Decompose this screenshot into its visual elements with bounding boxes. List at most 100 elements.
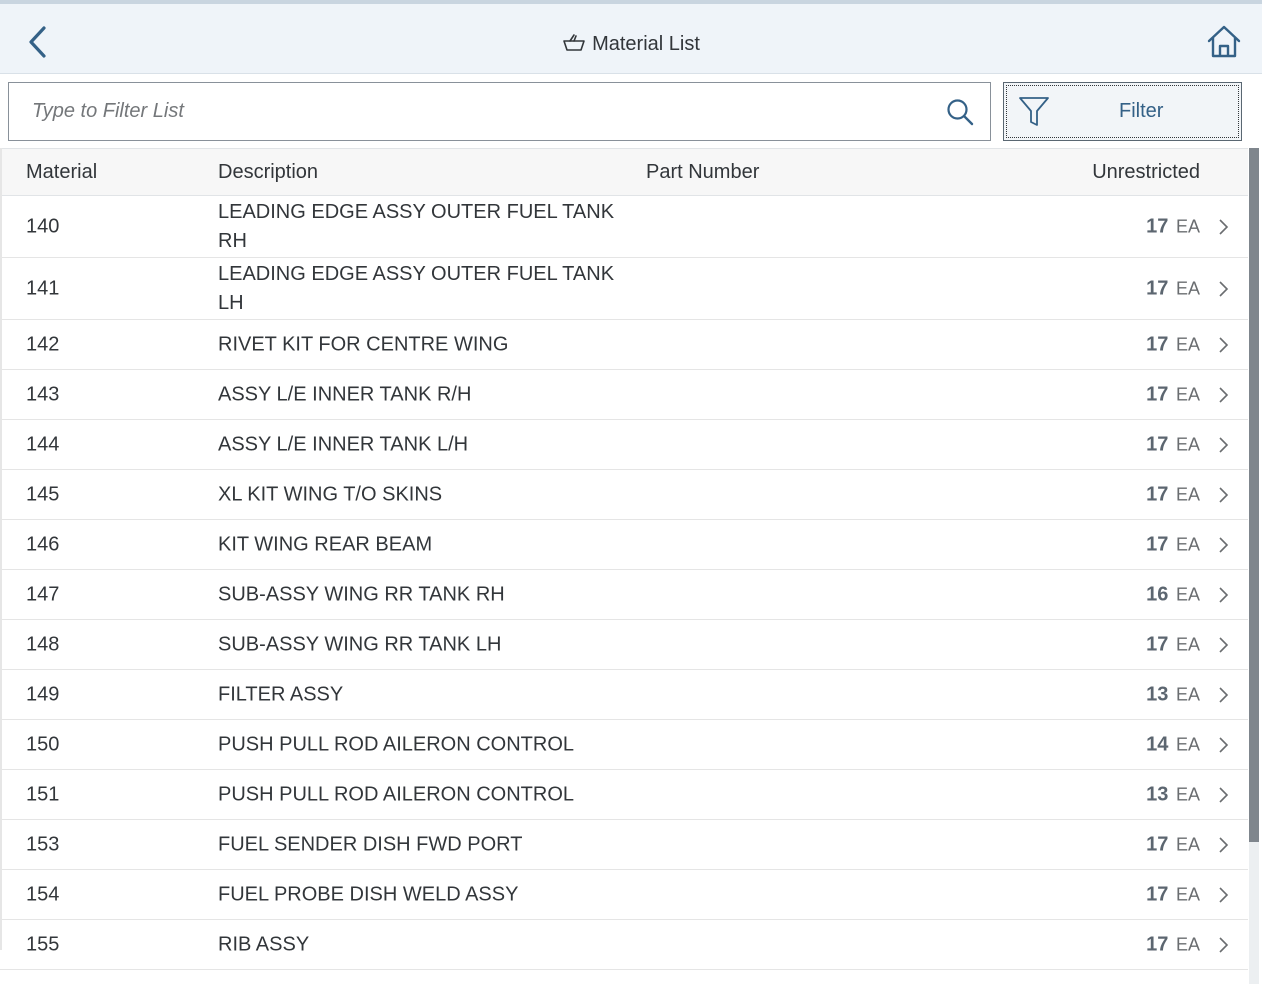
quantity-value: 16	[1146, 583, 1169, 605]
description-cell: PUSH PULL ROD AILERON CONTROL	[218, 733, 575, 755]
quantity-value: 13	[1146, 783, 1169, 805]
table-row[interactable]: 148 SUB-ASSY WING RR TANK LH 17 EA	[0, 620, 1248, 670]
page-title: Material List	[592, 33, 700, 55]
material-cell: 149	[26, 683, 60, 705]
table-row[interactable]: 143 ASSY L/E INNER TANK R/H 17 EA	[0, 370, 1248, 420]
material-cell: 147	[26, 583, 60, 605]
scrollbar-thumb[interactable]	[1249, 148, 1259, 842]
description-cell: PUSH PULL ROD AILERON CONTROL	[218, 783, 575, 805]
quantity-unit: EA	[1175, 634, 1200, 654]
list-toolbar: Filter	[0, 74, 1262, 148]
quantity-value: 17	[1146, 483, 1169, 505]
material-table-body: 140 LEADING EDGE ASSY OUTER FUEL TANK RH…	[0, 196, 1248, 970]
material-cell: 142	[26, 333, 60, 355]
unrestricted-cell: 17 EA	[1146, 633, 1200, 656]
scrollbar-track[interactable]	[1249, 842, 1259, 984]
search-field	[8, 82, 991, 141]
quantity-unit: EA	[1175, 334, 1200, 354]
table-row[interactable]: 153 FUEL SENDER DISH FWD PORT 17 EA	[0, 820, 1248, 870]
quantity-unit: EA	[1175, 784, 1200, 804]
table-row[interactable]: 147 SUB-ASSY WING RR TANK RH 16 EA	[0, 570, 1248, 620]
chevron-right-icon	[1219, 536, 1229, 553]
description-cell: ASSY L/E INNER TANK L/H	[218, 433, 469, 455]
description-cell: XL KIT WING T/O SKINS	[218, 483, 443, 505]
quantity-unit: EA	[1175, 584, 1200, 604]
description-cell: RIB ASSY	[218, 933, 310, 955]
description-cell: LEADING EDGE ASSY OUTER FUEL TANK RH	[218, 200, 615, 252]
chevron-right-icon	[1219, 636, 1229, 653]
unrestricted-cell: 17 EA	[1146, 277, 1200, 300]
chevron-right-icon	[1219, 336, 1229, 353]
table-row[interactable]: 140 LEADING EDGE ASSY OUTER FUEL TANK RH…	[0, 196, 1248, 258]
chevron-right-icon	[1219, 936, 1229, 953]
unrestricted-cell: 13 EA	[1146, 783, 1200, 806]
description-cell: LEADING EDGE ASSY OUTER FUEL TANK LH	[218, 262, 615, 314]
quantity-value: 17	[1146, 933, 1169, 955]
material-cell: 141	[26, 277, 60, 299]
chevron-right-icon	[1219, 836, 1229, 853]
material-cell: 143	[26, 383, 60, 405]
column-header-material: Material	[26, 161, 98, 183]
app-header: Material List	[0, 4, 1262, 74]
quantity-value: 17	[1146, 633, 1169, 655]
description-cell: RIVET KIT FOR CENTRE WING	[218, 333, 509, 355]
material-cell: 153	[26, 833, 60, 855]
quantity-unit: EA	[1175, 884, 1200, 904]
chevron-right-icon	[1219, 386, 1229, 403]
chevron-right-icon	[1219, 586, 1229, 603]
table-row[interactable]: 144 ASSY L/E INNER TANK L/H 17 EA	[0, 420, 1248, 470]
chevron-right-icon	[1219, 436, 1229, 453]
table-row[interactable]: 142 RIVET KIT FOR CENTRE WING 17 EA	[0, 320, 1248, 370]
table-row[interactable]: 151 PUSH PULL ROD AILERON CONTROL 13 EA	[0, 770, 1248, 820]
table-row[interactable]: 141 LEADING EDGE ASSY OUTER FUEL TANK LH…	[0, 258, 1248, 320]
home-icon	[1207, 25, 1241, 58]
filter-button-label: Filter	[1119, 100, 1164, 122]
quantity-value: 17	[1146, 277, 1169, 299]
material-cell: 154	[26, 883, 60, 905]
basket-icon	[563, 34, 585, 51]
quantity-value: 14	[1146, 733, 1169, 755]
chevron-right-icon	[1219, 786, 1229, 803]
table-row[interactable]: 150 PUSH PULL ROD AILERON CONTROL 14 EA	[0, 720, 1248, 770]
quantity-unit: EA	[1175, 278, 1200, 298]
table-row[interactable]: 146 KIT WING REAR BEAM 17 EA	[0, 520, 1248, 570]
description-cell: SUB-ASSY WING RR TANK LH	[218, 633, 502, 655]
quantity-unit: EA	[1175, 484, 1200, 504]
unrestricted-cell: 16 EA	[1146, 583, 1200, 606]
quantity-value: 17	[1146, 333, 1169, 355]
table-row[interactable]: 149 FILTER ASSY 13 EA	[0, 670, 1248, 720]
material-cell: 140	[26, 215, 60, 237]
quantity-unit: EA	[1175, 934, 1200, 954]
unrestricted-cell: 17 EA	[1146, 883, 1200, 906]
filter-button[interactable]: Filter	[1003, 82, 1242, 141]
description-cell: SUB-ASSY WING RR TANK RH	[218, 583, 505, 605]
unrestricted-cell: 13 EA	[1146, 683, 1200, 706]
table-row[interactable]: 155 RIB ASSY 17 EA	[0, 920, 1248, 970]
unrestricted-cell: 17 EA	[1146, 433, 1200, 456]
unrestricted-cell: 17 EA	[1146, 533, 1200, 556]
quantity-value: 17	[1146, 383, 1169, 405]
description-cell: KIT WING REAR BEAM	[218, 533, 433, 555]
search-button[interactable]	[945, 97, 975, 127]
search-icon	[947, 99, 974, 126]
material-cell: 155	[26, 933, 60, 955]
quantity-unit: EA	[1175, 734, 1200, 754]
search-input[interactable]	[9, 83, 929, 140]
quantity-unit: EA	[1175, 684, 1200, 704]
chevron-right-icon	[1219, 218, 1229, 235]
table-row[interactable]: 154 FUEL PROBE DISH WELD ASSY 17 EA	[0, 870, 1248, 920]
quantity-value: 13	[1146, 683, 1169, 705]
chevron-right-icon	[1219, 736, 1229, 753]
quantity-unit: EA	[1175, 834, 1200, 854]
quantity-value: 17	[1146, 433, 1169, 455]
description-cell: ASSY L/E INNER TANK R/H	[218, 383, 472, 405]
chevron-right-icon	[1219, 486, 1229, 503]
quantity-value: 17	[1146, 833, 1169, 855]
quantity-unit: EA	[1175, 434, 1200, 454]
home-button[interactable]	[1204, 22, 1244, 62]
unrestricted-cell: 14 EA	[1146, 733, 1200, 756]
column-header-description: Description	[218, 161, 319, 183]
material-cell: 151	[26, 783, 60, 805]
table-header: Material Description Part Number Unrestr…	[0, 148, 1248, 196]
table-row[interactable]: 145 XL KIT WING T/O SKINS 17 EA	[0, 470, 1248, 520]
